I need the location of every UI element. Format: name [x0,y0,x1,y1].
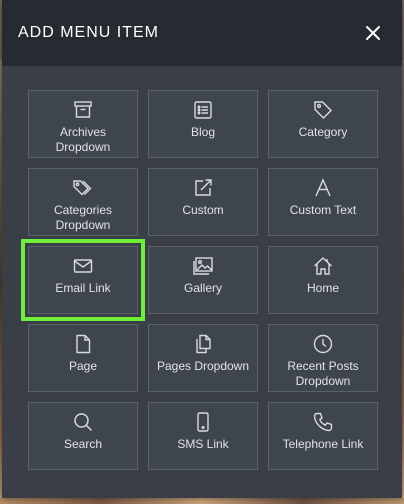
background-edge-bottom [0,498,404,504]
tile-email-link[interactable]: Email Link [21,239,145,321]
tile-label: Pages Dropdown [156,359,250,373]
tile-label: Custom Text [289,203,357,217]
tile-label: Page [68,359,98,373]
tag-icon [312,99,334,121]
tile-label: Home [306,281,339,295]
tile-custom-text[interactable]: Custom Text [268,168,378,236]
tile-page[interactable]: Page [28,324,138,392]
tile-label: Email Link [55,281,111,295]
add-menu-item-modal: ADD MENU ITEM Archives Dropdown Blog Cat… [2,0,402,498]
images-icon [192,255,214,277]
tile-gallery[interactable]: Gallery [148,246,258,314]
external-link-icon [192,177,214,199]
tile-custom[interactable]: Custom [148,168,258,236]
search-icon [72,411,94,433]
archive-box-icon [72,99,94,121]
modal-title: ADD MENU ITEM [18,24,159,41]
tile-label: Blog [190,125,216,139]
menu-item-type-grid: Archives Dropdown Blog Category Categori… [21,90,378,470]
telephone-icon [312,411,334,433]
modal-header: ADD MENU ITEM [2,0,402,66]
tile-label: Category [298,125,348,139]
mobile-phone-icon [192,411,214,433]
tile-recent-posts-dropdown[interactable]: Recent Posts Dropdown [268,324,378,392]
letter-a-icon [312,177,334,199]
tile-pages-dropdown[interactable]: Pages Dropdown [148,324,258,392]
tile-label: Gallery [183,281,222,295]
tile-archives-dropdown[interactable]: Archives Dropdown [28,90,138,158]
tile-telephone-link[interactable]: Telephone Link [268,402,378,470]
clock-icon [312,333,334,355]
tile-label: Telephone Link [282,437,364,451]
tile-home[interactable]: Home [268,246,378,314]
page-icon [72,333,94,355]
tile-label: SMS Link [177,437,229,451]
tile-category[interactable]: Category [268,90,378,158]
pages-icon [192,333,214,355]
tile-label: Search [63,437,103,451]
close-button[interactable] [362,22,384,44]
tile-label: Recent Posts Dropdown [287,359,359,388]
tile-sms-link[interactable]: SMS Link [148,402,258,470]
close-icon [366,26,380,40]
tile-label: Archives Dropdown [55,125,111,154]
tile-categories-dropdown[interactable]: Categories Dropdown [28,168,138,236]
tile-search[interactable]: Search [28,402,138,470]
home-icon [312,255,334,277]
tile-label: Custom [182,203,224,217]
tags-icon [72,177,94,199]
tile-label: Categories Dropdown [53,203,113,232]
tile-blog[interactable]: Blog [148,90,258,158]
list-document-icon [192,99,214,121]
envelope-icon [72,255,94,277]
